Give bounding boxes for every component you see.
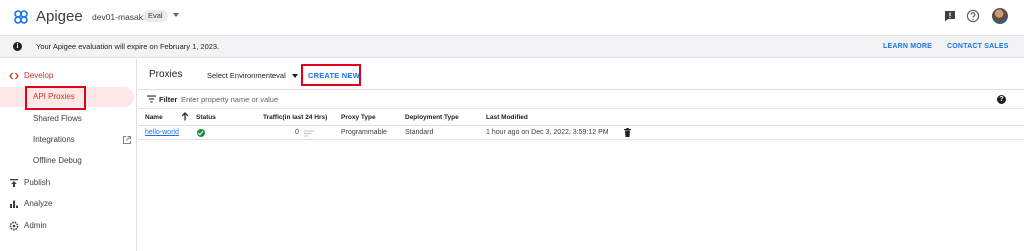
chevron-down-icon[interactable]: [292, 74, 298, 78]
contact-sales-link[interactable]: CONTACT SALES: [947, 43, 1009, 50]
page-title: Proxies: [149, 69, 183, 80]
sidebar-item-offline-debug[interactable]: Offline Debug: [0, 151, 137, 171]
avatar[interactable]: [992, 8, 1008, 24]
column-header-name[interactable]: Name: [145, 114, 163, 121]
feedback-icon[interactable]: [943, 9, 957, 23]
main-content: Proxies Select Environment: eval CREATE …: [138, 59, 1024, 251]
sidebar-item-label: Integrations: [33, 135, 75, 144]
apigee-logo-icon[interactable]: [13, 9, 29, 25]
table-row[interactable]: hello-world 0 Programmable Standard 1 ho…: [138, 126, 1024, 140]
sidebar-item-label: Offline Debug: [33, 156, 82, 165]
proxy-name-link[interactable]: hello-world: [145, 129, 179, 136]
sidebar-item-admin[interactable]: Admin: [0, 216, 137, 236]
traffic-sparkline-icon: [304, 130, 314, 137]
filter-input[interactable]: [181, 93, 481, 105]
create-new-highlight: [301, 64, 361, 86]
help-icon[interactable]: ?: [997, 95, 1006, 104]
sidebar-item-develop[interactable]: Develop: [0, 66, 137, 86]
environment-label: Select Environment:: [207, 71, 275, 80]
sidebar-item-label: Analyze: [24, 199, 53, 208]
sidebar-item-integrations[interactable]: Integrations: [0, 130, 137, 150]
banner-message: Your Apigee evaluation will expire on Fe…: [36, 42, 220, 51]
org-selector-label[interactable]: dev01-masaki: [92, 12, 145, 22]
code-icon: [9, 72, 19, 80]
column-header-status[interactable]: Status: [196, 114, 216, 121]
sidebar-item-label: Shared Flows: [33, 114, 82, 123]
traffic-value: 0: [295, 129, 299, 136]
sidebar-item-analyze[interactable]: Analyze: [0, 194, 137, 214]
sidebar-item-label: Publish: [24, 178, 51, 187]
check-circle-icon: [197, 129, 205, 137]
brand-name[interactable]: Apigee: [36, 8, 83, 25]
environment-select[interactable]: eval: [272, 71, 286, 80]
column-header-traffic[interactable]: Traffic(in last 24 Hrs): [263, 114, 327, 121]
eval-badge: Eval: [143, 10, 168, 22]
help-icon[interactable]: [966, 9, 980, 23]
open-in-new-icon[interactable]: [122, 135, 132, 145]
filter-label: Filter: [159, 95, 178, 104]
info-icon: i: [13, 42, 22, 51]
sidebar-item-label: Admin: [24, 221, 47, 230]
bar-chart-icon: [10, 200, 18, 208]
evaluation-banner: i Your Apigee evaluation will expire on …: [0, 35, 1024, 58]
top-bar: Apigee dev01-masaki Eval: [0, 0, 1024, 34]
filter-bar: Filter ?: [138, 89, 1024, 109]
sidebar-item-publish[interactable]: Publish: [0, 173, 137, 193]
publish-icon: [10, 179, 18, 187]
api-proxies-highlight: [25, 86, 86, 110]
column-header-last-modified[interactable]: Last Modified: [486, 114, 528, 121]
filter-icon: [147, 95, 156, 103]
sidebar-item-label: Develop: [24, 71, 54, 80]
last-modified: 1 hour ago on Dec 3, 2022, 3:59:12 PM: [486, 129, 609, 136]
delete-icon[interactable]: [624, 128, 631, 137]
column-header-deployment-type[interactable]: Deployment Type: [405, 114, 459, 121]
settings-icon: [9, 221, 19, 231]
sidebar-item-shared-flows[interactable]: Shared Flows: [0, 109, 137, 129]
column-header-proxy-type[interactable]: Proxy Type: [341, 114, 376, 121]
learn-more-link[interactable]: LEARN MORE: [883, 43, 932, 50]
sort-arrow-up-icon[interactable]: [181, 112, 189, 121]
deployment-type: Standard: [405, 129, 434, 136]
proxy-type: Programmable: [341, 129, 387, 136]
chevron-down-icon[interactable]: [173, 13, 179, 17]
